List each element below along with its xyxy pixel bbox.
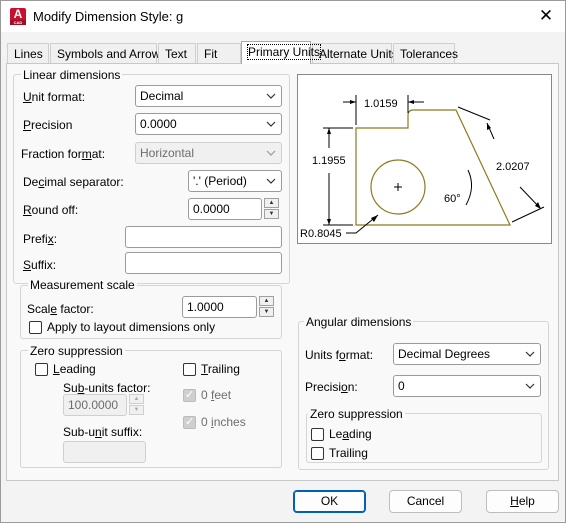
angular-units-format-label: Units format: [305,348,374,362]
checkbox-box[interactable] [183,363,196,376]
tab-alternate-units[interactable]: Alternate Units [312,43,398,64]
checkbox-box[interactable] [311,447,324,460]
title-bar: A CAD Modify Dimension Style: g ✕ [1,1,565,32]
tab-tolerances[interactable]: Tolerances [393,43,458,64]
preview-drawing: 1.0159 1.1955 2.0207 60° R0.8045 [300,95,545,240]
chevron-down-icon [266,93,276,99]
chevron-down-icon [266,178,276,184]
sub-units-factor-label: Sub-units factor: [63,381,151,395]
tab-lines[interactable]: Lines [7,43,49,64]
app-icon-sub: CAD [10,20,26,25]
sub-unit-suffix-label: Sub-unit suffix: [63,425,143,439]
linear-dimensions-title: Linear dimensions [21,68,123,82]
sub-units-factor-input[interactable]: 100.0000 [63,394,127,416]
round-off-spinner[interactable]: 0.0000 ▲ ▼ [188,198,282,220]
dim-angle-text: 60° [444,193,461,205]
linear-trailing-label: Trailing [201,362,240,376]
cancel-button[interactable]: Cancel [389,490,462,513]
inches-label: 0 inches [201,415,246,429]
angular-leading-label: Leading [329,427,372,441]
scale-factor-spinner[interactable]: 1.0000 ▲ ▼ [182,296,277,318]
spin-up-icon[interactable]: ▲ [129,394,144,404]
scale-factor-label: Scale factor: [27,302,94,316]
tab-fit[interactable]: Fit [197,43,241,64]
checkbox-box[interactable] [183,388,196,402]
tab-primary-units[interactable]: Primary Units [241,41,322,64]
prefix-input[interactable] [125,226,282,248]
spin-up-icon[interactable]: ▲ [264,198,279,208]
chevron-down-icon [525,351,535,357]
help-button[interactable]: Help [486,490,559,513]
scale-factor-input[interactable]: 1.0000 [182,296,257,318]
dimension-preview: 1.0159 1.1955 2.0207 60° R0.8045 [297,74,552,244]
spin-up-icon[interactable]: ▲ [259,296,274,306]
dim-left-text: 1.1955 [312,155,346,167]
feet-label: 0 feet [201,388,232,402]
close-icon[interactable]: ✕ [532,5,560,27]
decimal-separator-select[interactable]: '.' (Period) [188,170,282,192]
autocad-app-icon: A CAD [10,8,26,25]
dim-right-text: 2.0207 [496,161,530,173]
angular-precision-select[interactable]: 0 [393,375,541,397]
linear-zero-suppression-title: Zero suppression [28,344,125,358]
measurement-scale-title: Measurement scale [28,278,137,292]
decimal-separator-label: Decimal separator: [23,175,124,189]
dim-top-text: 1.0159 [364,98,398,110]
prefix-label: Prefix: [23,232,58,246]
round-off-label: Round off: [23,203,79,217]
round-off-input[interactable]: 0.0000 [188,198,262,220]
chevron-down-icon [266,121,276,127]
tab-symbols-and-arrows[interactable]: Symbols and Arrows [50,43,166,64]
angular-zero-suppression-title: Zero suppression [308,407,405,421]
center-mark [394,183,402,191]
spin-down-icon[interactable]: ▼ [259,307,274,317]
chevron-down-icon [525,383,535,389]
checkbox-box[interactable] [311,428,324,441]
checkbox-box[interactable] [183,415,196,429]
precision-select[interactable]: 0.0000 [135,113,282,135]
suffix-input[interactable] [125,252,282,274]
tab-text[interactable]: Text [158,43,196,64]
unit-format-label: Unit format: [23,90,86,104]
apply-layout-label: Apply to layout dimensions only [47,320,216,334]
spin-down-icon[interactable]: ▼ [264,209,279,219]
angular-units-format-select[interactable]: Decimal Degrees [393,343,541,365]
app-icon-letter: A [13,7,23,21]
suffix-label: Suffix: [23,258,57,272]
checkbox-box[interactable] [35,363,48,376]
angular-dimensions-title: Angular dimensions [304,315,414,329]
sub-units-factor-spinner[interactable]: 100.0000 ▲ ▼ [63,394,146,416]
angular-trailing-label: Trailing [329,446,368,460]
fraction-format-select[interactable]: Horizontal [135,142,282,164]
sub-unit-suffix-input[interactable] [63,441,146,463]
window-title: Modify Dimension Style: g [33,9,184,24]
dialog-window: A CAD Modify Dimension Style: g ✕ Lines … [0,0,566,523]
ok-button[interactable]: OK [293,490,366,513]
chevron-down-icon [266,150,276,156]
unit-format-select[interactable]: Decimal [135,85,282,107]
dim-radius-text: R0.8045 [300,228,342,240]
checkbox-box[interactable] [29,321,42,334]
fraction-format-label: Fraction format: [21,147,106,161]
spin-down-icon[interactable]: ▼ [129,405,144,415]
linear-leading-label: Leading [53,362,96,376]
precision-label: Precision [23,118,73,132]
angular-precision-label: Precision: [305,380,358,394]
